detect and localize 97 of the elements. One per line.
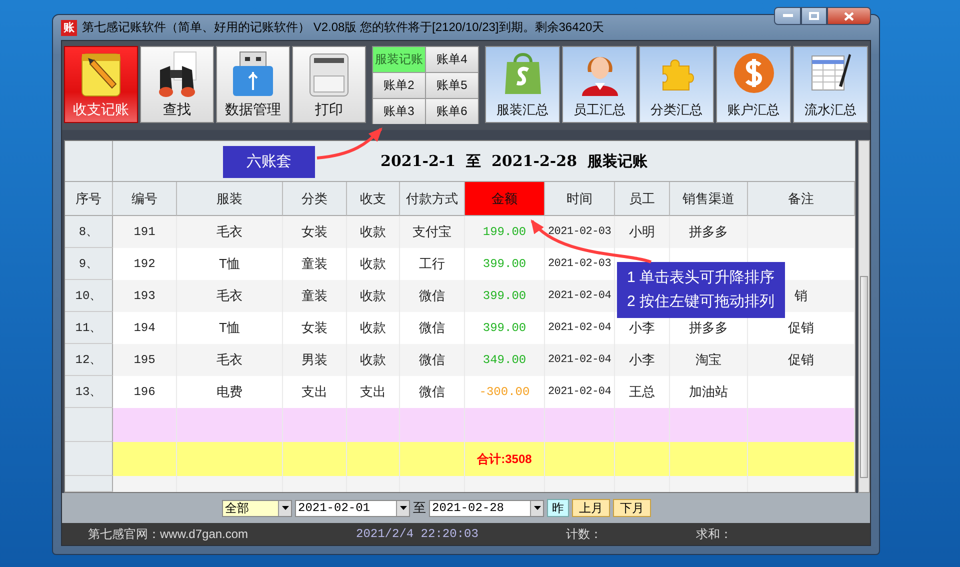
table-cell: 工行 (400, 248, 465, 280)
ledger-tab[interactable]: 账单2 (373, 73, 425, 98)
table-cell: 192 (113, 248, 177, 280)
table-cell (347, 442, 400, 476)
start-date-picker[interactable]: 2021-02-01 (295, 500, 410, 516)
table-cell: -300.00 (465, 376, 545, 408)
column-header[interactable]: 金额 (465, 182, 545, 216)
sum-label: 求和： (696, 526, 732, 542)
table-cell (113, 408, 177, 442)
table-cell: 电费 (177, 376, 283, 408)
summary-button[interactable]: 服装汇总 (485, 46, 560, 123)
table-cell: 加油站 (670, 376, 748, 408)
table-cell (65, 476, 113, 492)
toolbar-button[interactable]: 打印 (292, 46, 366, 123)
column-header[interactable]: 时间 (545, 182, 615, 216)
table-cell (347, 408, 400, 442)
scrollbar[interactable] (858, 140, 870, 493)
month-button[interactable]: 下月 (613, 499, 651, 517)
window-title: 第七感记账软件（简单、好用的记账软件） V2.08版 您的软件将于[2120/10/23]到期。剩余36420天 (82, 19, 606, 36)
table-cell: T恤 (177, 312, 283, 344)
table-cell: 微信 (400, 376, 465, 408)
column-header[interactable]: 分类 (283, 182, 347, 216)
table-cell: 微信 (400, 312, 465, 344)
ledger-tab[interactable]: 账单6 (426, 99, 478, 124)
close-button[interactable] (827, 7, 871, 25)
table-cell: 促销 (748, 312, 855, 344)
category-dropdown[interactable]: 全部 (222, 500, 292, 516)
toolbar-button[interactable]: 收支记账 (64, 46, 138, 123)
column-header[interactable]: 付款方式 (400, 182, 465, 216)
summary-button[interactable]: 账户汇总 (716, 46, 791, 123)
arrow (316, 128, 382, 160)
row-number: 12、 (65, 344, 113, 376)
query-button[interactable]: 昨 (547, 499, 569, 517)
table-cell: 399.00 (465, 248, 545, 280)
row-number: 10、 (65, 280, 113, 312)
table-cell: 2021-02-04 (545, 312, 615, 344)
ledger-tab[interactable]: 账单4 (426, 47, 478, 72)
column-header[interactable]: 备注 (748, 182, 855, 216)
column-header[interactable]: 收支 (347, 182, 400, 216)
table-cell: 2021-02-04 (545, 376, 615, 408)
table-cell (545, 408, 615, 442)
app-logo: 账 (61, 20, 77, 36)
table-cell: 女装 (283, 312, 347, 344)
table-cell: 支出 (347, 376, 400, 408)
dropdown-arrow-icon[interactable] (282, 506, 288, 510)
table-cell: 2021-02-03 (545, 248, 615, 280)
ledger-tab[interactable]: 账单5 (426, 73, 478, 98)
callout-note: 1 单击表头可升降排序 2 按住左键可拖动排列 (617, 262, 785, 318)
toolbar-button[interactable]: 数据管理 (216, 46, 290, 123)
row-number: 13、 (65, 376, 113, 408)
website-label: 第七感官网：www.d7gan.com (88, 526, 250, 542)
minimize-icon (782, 14, 792, 18)
ledger-tab[interactable]: 账单3 (373, 99, 425, 124)
column-header[interactable]: 员工 (615, 182, 670, 216)
table-cell: 收款 (347, 248, 400, 280)
row-number: 8、 (65, 216, 113, 248)
table-cell (113, 442, 177, 476)
dropdown-arrow-icon[interactable] (400, 506, 406, 510)
summary-button[interactable]: 员工汇总 (562, 46, 637, 123)
row-number: 11、 (65, 312, 113, 344)
close-icon (844, 12, 854, 20)
to-label: 至 (413, 499, 426, 517)
table-cell (283, 408, 347, 442)
table-cell: 399.00 (465, 312, 545, 344)
row-number: 9、 (65, 248, 113, 280)
table-cell (615, 442, 670, 476)
datetime-label: 2021/2/4 22:20:03 (356, 527, 480, 541)
summary-button[interactable]: 分类汇总 (639, 46, 714, 123)
table-cell: 童装 (283, 248, 347, 280)
table-cell: 196 (113, 376, 177, 408)
minimize-button[interactable] (774, 7, 801, 25)
table-cell: 194 (113, 312, 177, 344)
table-cell (400, 408, 465, 442)
end-date-picker[interactable]: 2021-02-28 (429, 500, 544, 516)
column-header[interactable]: 编号 (113, 182, 177, 216)
callout-note: 六账套 (223, 146, 315, 178)
column-header[interactable]: 服装 (177, 182, 283, 216)
table-cell (615, 408, 670, 442)
month-button[interactable]: 上月 (572, 499, 610, 517)
dollar-coin-icon (732, 50, 776, 96)
maximize-icon (809, 12, 819, 20)
table-cell: 王总 (615, 376, 670, 408)
ledger-tab[interactable]: 服装记账 (373, 47, 425, 72)
table-cell (65, 408, 113, 442)
table-cell: T恤 (177, 248, 283, 280)
count-label: 计数： (566, 526, 603, 542)
table-cell: 收款 (347, 312, 400, 344)
table-cell (283, 442, 347, 476)
dropdown-arrow-icon[interactable] (534, 506, 540, 510)
table-cell (65, 442, 113, 476)
column-header[interactable]: 销售渠道 (670, 182, 748, 216)
maximize-button[interactable] (801, 7, 827, 25)
toolbar-button[interactable]: 查找 (140, 46, 214, 123)
total-sum: 合计:3508 (477, 450, 532, 468)
summary-button[interactable]: 流水汇总 (793, 46, 868, 123)
column-header[interactable]: 序号 (65, 182, 113, 216)
table-cell: 支出 (283, 376, 347, 408)
